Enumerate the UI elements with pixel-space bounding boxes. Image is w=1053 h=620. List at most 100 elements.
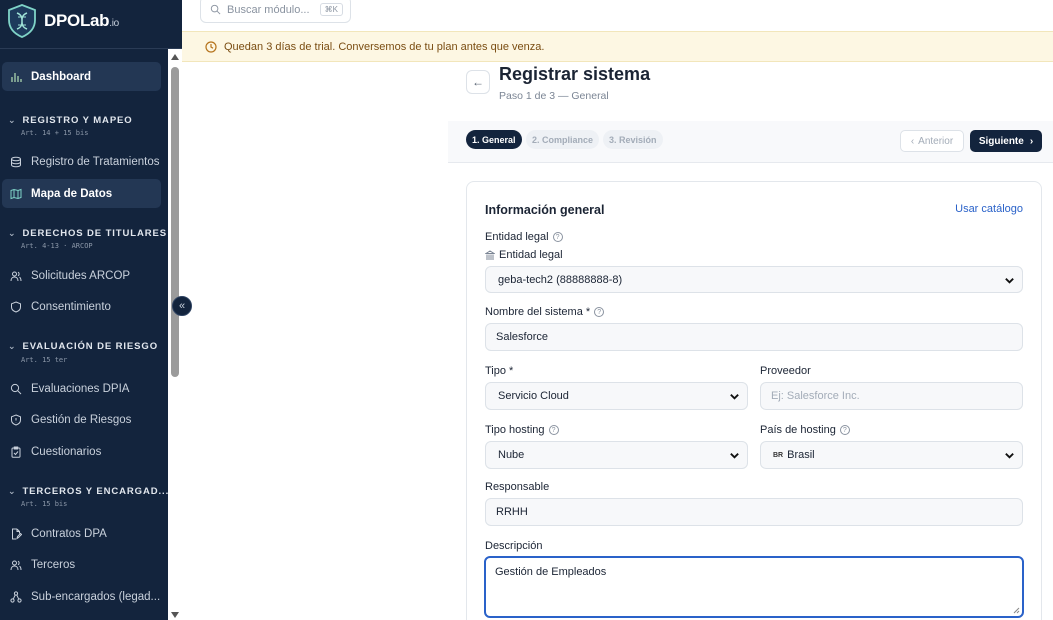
hosting-country-select[interactable]: BR Brasil [760, 441, 1023, 469]
hosting-country-label: País de hosting? [760, 424, 850, 436]
stepper-bar: 1. General 2. Compliance 3. Revisión ‹ An… [448, 121, 1053, 163]
section-title: REGISTRO Y MAPEO [22, 115, 133, 126]
sidebar-item-label: Dashboard [31, 70, 92, 83]
sidebar-item-label: Registro de Tratamientos [31, 155, 160, 168]
double-chevron-left-icon: « [178, 300, 186, 312]
sidebar-item-consentimiento[interactable]: Consentimiento [2, 292, 161, 321]
description-textarea[interactable]: Gestión de Empleados [484, 556, 1024, 618]
sidebar-item-evaluaciones-dpia[interactable]: Evaluaciones DPIA [2, 374, 161, 403]
sidebar-item-terceros[interactable]: Terceros [2, 550, 161, 579]
label-text: Entidad legal [485, 231, 549, 243]
legal-entity-label: Entidad legal? [485, 231, 563, 243]
bar-chart-icon [11, 72, 22, 82]
step-compliance[interactable]: 2. Compliance [526, 130, 600, 149]
sidebar-item-sub-encargados[interactable]: Sub-encargados (legad... [2, 582, 161, 611]
section-title: TERCEROS Y ENCARGAD... [22, 486, 170, 497]
label-text: Responsable [485, 481, 550, 493]
label-text: Tipo hosting [485, 424, 545, 436]
label-text: Entidad legal [499, 249, 563, 261]
brand-logo[interactable]: DPOLab.io [6, 3, 119, 39]
label-text: Tipo * [485, 365, 514, 377]
section-title: EVALUACIÓN DE RIESGO [22, 341, 158, 352]
step-revision[interactable]: 3. Revisión [603, 130, 663, 149]
clock-icon [205, 40, 217, 53]
input-value: Salesforce [496, 331, 548, 343]
flag-icon: BR [773, 451, 784, 459]
label-text: País de hosting [760, 424, 836, 436]
map-icon [10, 188, 22, 199]
textarea-value: Gestión de Empleados [495, 566, 607, 578]
description-label: Descripción [485, 540, 542, 552]
search-input[interactable]: Buscar módulo... ⌘K [200, 0, 351, 23]
section-subtitle: Art. 4-13 · ARCOP [21, 242, 93, 250]
owner-input[interactable]: RRHH [485, 498, 1023, 526]
arrow-left-icon: ← [472, 75, 484, 89]
search-placeholder: Buscar módulo... [227, 3, 310, 16]
scroll-down-arrow-icon[interactable] [171, 612, 179, 618]
section-evaluacion-riesgo[interactable]: ⌄ EVALUACIÓN DE RIESGO [8, 341, 158, 352]
section-title: DERECHOS DE TITULARES [22, 228, 167, 239]
back-button[interactable]: ← [466, 70, 490, 94]
collapse-sidebar-button[interactable]: « [172, 296, 192, 316]
resize-handle-icon[interactable] [1013, 607, 1020, 614]
hosting-type-label: Tipo hosting? [485, 424, 559, 436]
chevron-left-icon: ‹ [910, 135, 915, 147]
general-info-card: Información general Usar catálogo Entida… [466, 181, 1042, 620]
hosting-type-select[interactable]: Nube [485, 441, 748, 469]
previous-label: Anterior [918, 135, 954, 147]
scroll-up-arrow-icon[interactable] [171, 54, 179, 60]
section-derechos-titulares[interactable]: ⌄ DERECHOS DE TITULARES [8, 228, 167, 239]
file-edit-icon [12, 528, 22, 540]
legal-entity-select[interactable]: geba-tech2 (88888888-8) [485, 266, 1023, 293]
label-text: Proveedor [760, 365, 811, 377]
use-catalog-link[interactable]: Usar catálogo [955, 203, 1023, 215]
select-value: Servicio Cloud [498, 390, 569, 402]
shield-dna-icon [8, 4, 36, 38]
sidebar-item-dashboard[interactable]: Dashboard [2, 62, 161, 91]
chevron-down-icon: ⌄ [8, 228, 17, 238]
sidebar-scrollbar[interactable] [168, 49, 182, 620]
scroll-thumb[interactable] [171, 67, 179, 377]
sidebar-item-label: Gestión de Riesgos [31, 413, 132, 426]
section-subtitle: Art. 15 bis [21, 500, 68, 508]
section-terceros-encargados[interactable]: ⌄ TERCEROS Y ENCARGAD... [8, 486, 169, 497]
sidebar-item-contratos-dpa[interactable]: Contratos DPA [2, 519, 161, 548]
step-general[interactable]: 1. General [466, 130, 522, 149]
shield-icon [11, 300, 21, 313]
type-label: Tipo * [485, 365, 513, 377]
help-icon[interactable]: ? [839, 425, 850, 435]
help-icon[interactable]: ? [594, 307, 605, 317]
section-subtitle: Art. 14 + 15 bis [21, 129, 89, 137]
system-name-input[interactable]: Salesforce [485, 323, 1023, 351]
legal-entity-sublabel: Entidad legal [485, 249, 563, 261]
chevron-down-icon [1005, 453, 1014, 459]
chevron-down-icon [730, 453, 739, 459]
type-select[interactable]: Servicio Cloud [485, 382, 748, 410]
sidebar: DPOLab.io Dashboard ⌄ REGISTRO Y MAPEO Ar… [0, 0, 182, 620]
sidebar-item-mapa-datos[interactable]: Mapa de Datos [2, 179, 161, 208]
help-icon[interactable]: ? [548, 425, 559, 435]
select-value: Brasil [787, 449, 815, 461]
sidebar-item-cuestionarios[interactable]: Cuestionarios [2, 437, 161, 466]
chevron-right-icon: › [1029, 135, 1034, 147]
label-text: Nombre del sistema * [485, 306, 591, 318]
select-value: geba-tech2 (88888888-8) [498, 273, 623, 286]
next-button[interactable]: Siguiente › [970, 130, 1042, 152]
sidebar-item-label: Mapa de Datos [31, 187, 113, 200]
search-icon [210, 4, 221, 15]
search-icon [10, 383, 22, 394]
owner-label: Responsable [485, 481, 549, 493]
sidebar-item-registro-tratamientos[interactable]: Registro de Tratamientos [2, 147, 161, 176]
sidebar-item-label: Evaluaciones DPIA [31, 382, 130, 395]
help-icon[interactable]: ? [552, 232, 563, 242]
label-text: Descripción [485, 540, 543, 552]
provider-label: Proveedor [760, 365, 811, 377]
input-placeholder: Ej: Salesforce Inc. [771, 390, 860, 402]
provider-input[interactable]: Ej: Salesforce Inc. [760, 382, 1023, 410]
sidebar-item-solicitudes-arcop[interactable]: Solicitudes ARCOP [2, 261, 161, 290]
previous-button[interactable]: ‹ Anterior [900, 130, 964, 152]
users-icon [10, 271, 22, 281]
clipboard-check-icon [11, 446, 21, 458]
section-registro-y-mapeo[interactable]: ⌄ REGISTRO Y MAPEO [8, 115, 133, 126]
sidebar-item-gestion-riesgos[interactable]: Gestión de Riesgos [2, 405, 161, 434]
